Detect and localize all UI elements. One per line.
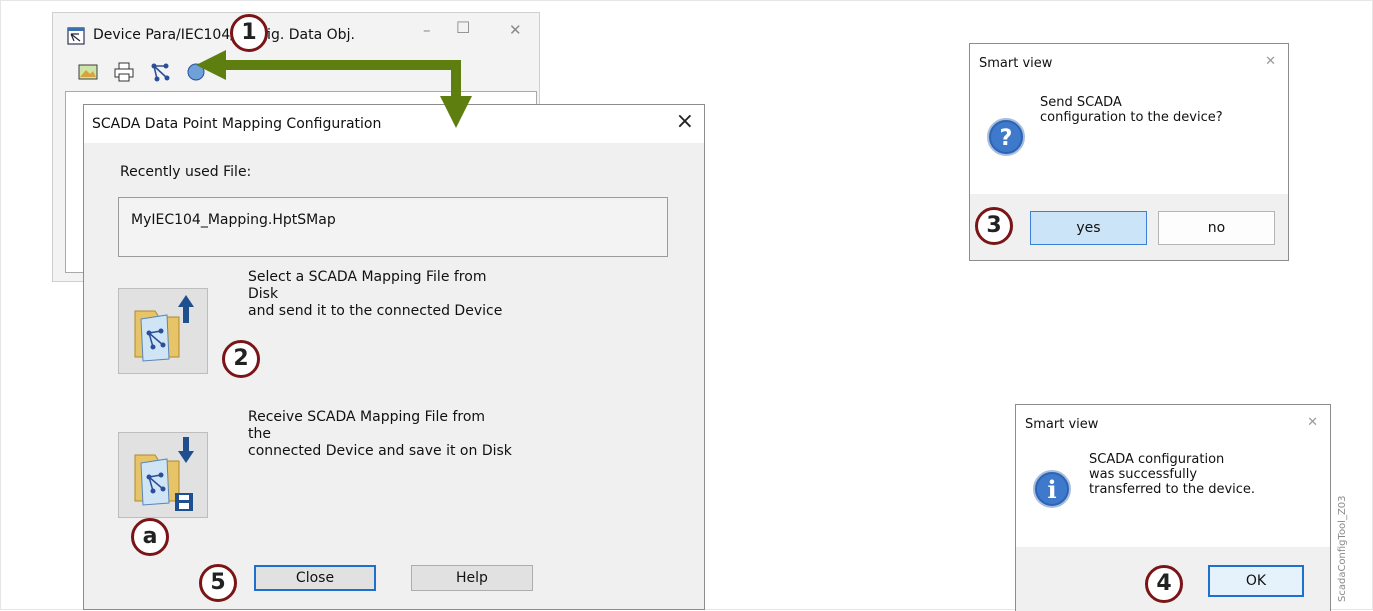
recent-file-label: Recently used File: bbox=[120, 164, 252, 180]
print-icon[interactable] bbox=[113, 61, 135, 83]
callout-a: a bbox=[131, 518, 169, 556]
close-button[interactable]: Close bbox=[254, 565, 376, 591]
window-title: Device Para/IEC104/Config. Data Obj. bbox=[93, 27, 355, 43]
callout-3: 3 bbox=[975, 207, 1013, 245]
info-dialog-title: Smart view bbox=[1025, 417, 1099, 432]
recent-file-field[interactable]: MyIEC104_Mapping.HptSMap bbox=[118, 197, 668, 257]
send-mapping-file-button[interactable] bbox=[118, 288, 208, 374]
callout-5: 5 bbox=[199, 564, 237, 602]
confirm-dialog-close-icon[interactable]: ✕ bbox=[1265, 54, 1276, 69]
dialog-close-icon[interactable]: × bbox=[676, 109, 694, 134]
folder-download-save-icon bbox=[134, 437, 194, 511]
scada-mapping-dialog: SCADA Data Point Mapping Configuration ×… bbox=[83, 104, 705, 610]
callout-4: 4 bbox=[1145, 565, 1183, 603]
confirm-message: Send SCADA configuration to the device? bbox=[1040, 95, 1223, 125]
window-close-icon[interactable]: ✕ bbox=[509, 21, 522, 39]
information-icon: i bbox=[1033, 470, 1071, 508]
maximize-icon[interactable]: ☐ bbox=[456, 18, 470, 37]
svg-text:?: ? bbox=[1000, 126, 1013, 151]
receive-description: Receive SCADA Mapping File from the conn… bbox=[248, 409, 512, 459]
ok-button[interactable]: OK bbox=[1208, 565, 1304, 597]
minimize-icon[interactable]: – bbox=[423, 21, 431, 39]
info-dialog-close-icon[interactable]: ✕ bbox=[1307, 415, 1318, 430]
confirm-dialog-title: Smart view bbox=[979, 56, 1053, 71]
picture-icon[interactable] bbox=[77, 61, 99, 83]
window-app-icon bbox=[67, 27, 85, 45]
callout-2: 2 bbox=[222, 340, 260, 378]
flow-arrow bbox=[196, 50, 472, 128]
no-button[interactable]: no bbox=[1158, 211, 1275, 245]
info-message: SCADA configuration was successfully tra… bbox=[1089, 452, 1256, 497]
svg-text:i: i bbox=[1047, 475, 1056, 504]
figure-id-label: ScadaConfigTool_Z03 bbox=[1337, 495, 1348, 602]
help-button[interactable]: Help bbox=[411, 565, 533, 591]
send-description: Select a SCADA Mapping File from Disk an… bbox=[248, 269, 503, 319]
receive-mapping-file-button[interactable] bbox=[118, 432, 208, 518]
question-icon: ? bbox=[987, 118, 1025, 156]
scada-config-icon[interactable] bbox=[149, 61, 171, 83]
confirm-send-dialog: Smart view ✕ ? Send SCADA configuration … bbox=[969, 43, 1289, 261]
folder-upload-icon bbox=[134, 295, 194, 362]
callout-1: 1 bbox=[230, 14, 268, 52]
yes-button[interactable]: yes bbox=[1030, 211, 1147, 245]
